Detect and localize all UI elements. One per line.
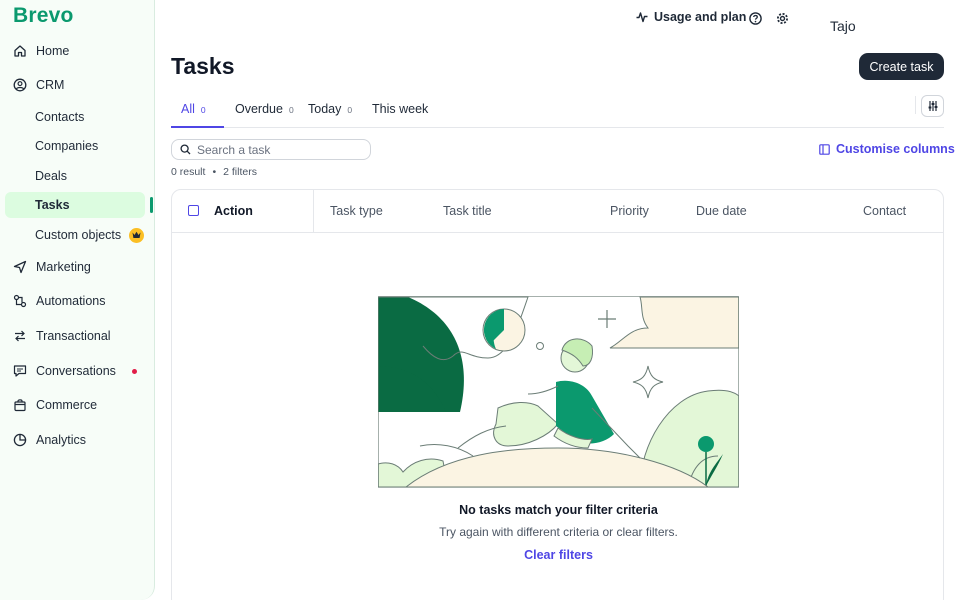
sidebar-item-transactional[interactable]: Transactional	[5, 323, 145, 349]
user-circle-icon	[12, 77, 28, 93]
empty-state-title: No tasks match your filter criteria	[459, 503, 658, 517]
tab-count: 0	[288, 105, 294, 115]
active-tab-underline	[171, 126, 224, 128]
user-name[interactable]: Tajo	[830, 18, 856, 34]
empty-state-subtitle: Try again with different criteria or cle…	[439, 525, 678, 539]
gear-icon[interactable]	[775, 11, 789, 25]
sidebar-item-crm[interactable]: CRM	[5, 72, 145, 98]
tab-this-week[interactable]: This week	[372, 102, 428, 116]
clear-filters-link[interactable]: Clear filters	[172, 548, 945, 562]
select-all-checkbox[interactable]	[188, 205, 199, 216]
separator: •	[212, 166, 217, 178]
page-title: Tasks	[171, 53, 235, 79]
tab-overdue[interactable]: Overdue 0	[235, 102, 294, 116]
search-input[interactable]	[197, 142, 367, 157]
arrows-icon	[12, 328, 28, 344]
sidebar-item-contacts[interactable]: Contacts	[5, 104, 145, 130]
bag-icon	[12, 397, 28, 413]
sidebar-item-label: Home	[36, 44, 70, 58]
create-task-button[interactable]: Create task	[859, 53, 944, 80]
tasks-table: Action Task type Task title Priority Due…	[171, 189, 944, 600]
filter-count[interactable]: 2 filters	[223, 166, 257, 178]
automation-icon	[12, 293, 28, 309]
sidebar-item-label: Companies	[35, 139, 99, 153]
column-header-action: Action	[214, 204, 253, 218]
sidebar-item-conversations[interactable]: Conversations	[5, 358, 145, 384]
chat-icon	[12, 363, 28, 379]
column-settings-button[interactable]	[921, 95, 944, 117]
send-icon	[12, 259, 28, 275]
sidebar-item-label: Analytics	[36, 433, 87, 447]
tab-count: 0	[347, 105, 353, 115]
sidebar-item-analytics[interactable]: Analytics	[5, 427, 145, 453]
divider	[915, 96, 916, 114]
brevo-logo[interactable]: Brevo	[13, 4, 74, 28]
tab-all[interactable]: All 0	[181, 102, 206, 116]
search-icon	[180, 144, 191, 155]
top-bar: Usage and plan Tajo	[155, 0, 960, 40]
sidebar-item-label: Tasks	[35, 198, 70, 212]
empty-state-illustration	[378, 296, 739, 488]
sidebar-item-label: Conversations	[36, 364, 116, 378]
home-icon	[12, 43, 28, 59]
result-summary: 0 result • 2 filters	[171, 166, 257, 178]
sidebar-item-marketing[interactable]: Marketing	[5, 254, 145, 280]
sidebar-item-commerce[interactable]: Commerce	[5, 392, 145, 418]
crown-icon	[129, 227, 145, 243]
sidebar-item-label: CRM	[36, 78, 65, 92]
sidebar-item-label: Transactional	[36, 329, 111, 343]
pie-chart-icon	[12, 432, 28, 448]
help-icon[interactable]	[748, 11, 762, 25]
column-header-priority[interactable]: Priority	[610, 204, 649, 218]
sidebar-item-automations[interactable]: Automations	[5, 288, 145, 314]
sidebar-item-label: Contacts	[35, 110, 85, 124]
sliders-icon	[927, 100, 939, 112]
sidebar-item-custom-objects[interactable]: Custom objects	[5, 222, 145, 248]
column-header-due-date[interactable]: Due date	[696, 204, 747, 218]
column-header-task-type[interactable]: Task type	[330, 204, 383, 218]
customise-columns-button[interactable]: Customise columns	[819, 142, 955, 156]
result-count: 0 result	[171, 166, 206, 178]
sidebar-item-deals[interactable]: Deals	[5, 163, 145, 189]
sidebar-item-label: Custom objects	[35, 228, 122, 242]
columns-icon	[819, 143, 830, 155]
column-divider	[313, 190, 314, 233]
column-header-contact[interactable]: Contact	[863, 204, 906, 218]
activity-icon	[636, 11, 648, 23]
column-header-task-title[interactable]: Task title	[443, 204, 492, 218]
sidebar-item-label: Marketing	[36, 260, 91, 274]
sidebar-item-companies[interactable]: Companies	[5, 133, 145, 159]
sidebar-item-label: Deals	[35, 169, 67, 183]
active-indicator	[150, 197, 153, 213]
notification-dot	[132, 368, 137, 374]
sidebar: Brevo Home CRM Contacts Companies Deals …	[0, 0, 155, 600]
sidebar-item-label: Commerce	[36, 398, 98, 412]
table-header: Action Task type Task title Priority Due…	[172, 190, 943, 233]
task-tabs: All 0 Overdue 0 Today 0 This week	[171, 95, 944, 128]
tab-count: 0	[200, 105, 206, 115]
sidebar-item-home[interactable]: Home	[5, 38, 145, 64]
usage-and-plan-button[interactable]: Usage and plan	[636, 10, 746, 24]
sidebar-item-label: Automations	[36, 294, 106, 308]
tab-today[interactable]: Today 0	[308, 102, 352, 116]
sidebar-item-tasks[interactable]: Tasks	[5, 192, 145, 218]
search-box	[171, 139, 371, 160]
